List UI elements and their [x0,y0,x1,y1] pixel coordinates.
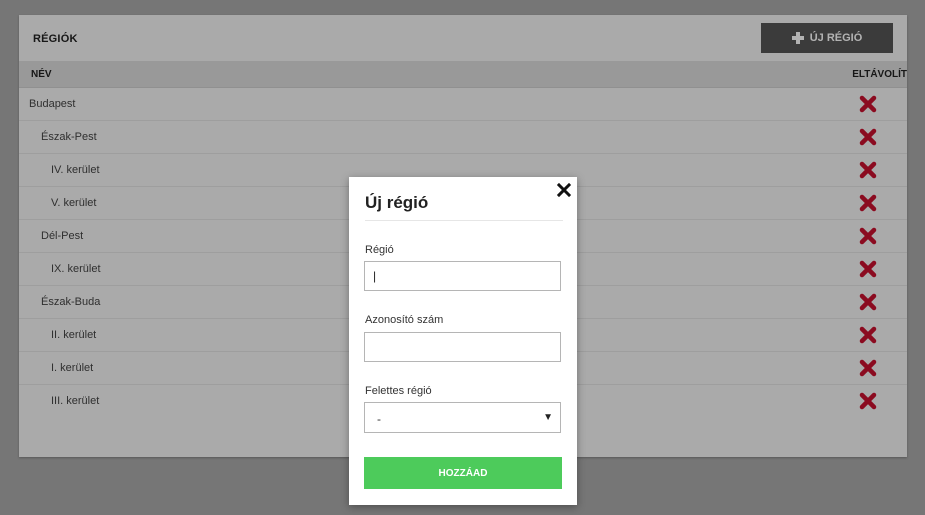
chevron-down-icon: ▼ [543,412,553,423]
parent-region-selected-value: - [377,412,381,426]
region-field-label: Régió [365,244,394,256]
parent-region-select[interactable]: - ▼ [364,402,561,433]
id-number-input[interactable] [364,332,561,362]
add-submit-button[interactable]: HOZZÁAD [364,457,562,489]
parent-region-field-label: Felettes régió [365,385,432,397]
id-number-field-label: Azonosító szám [365,314,444,326]
new-region-modal: Új régió Régió Azonosító szám Felettes r… [349,177,577,505]
modal-title: Új régió [365,193,429,212]
region-input[interactable] [364,261,561,291]
modal-divider [365,220,563,221]
close-icon[interactable] [556,182,572,198]
